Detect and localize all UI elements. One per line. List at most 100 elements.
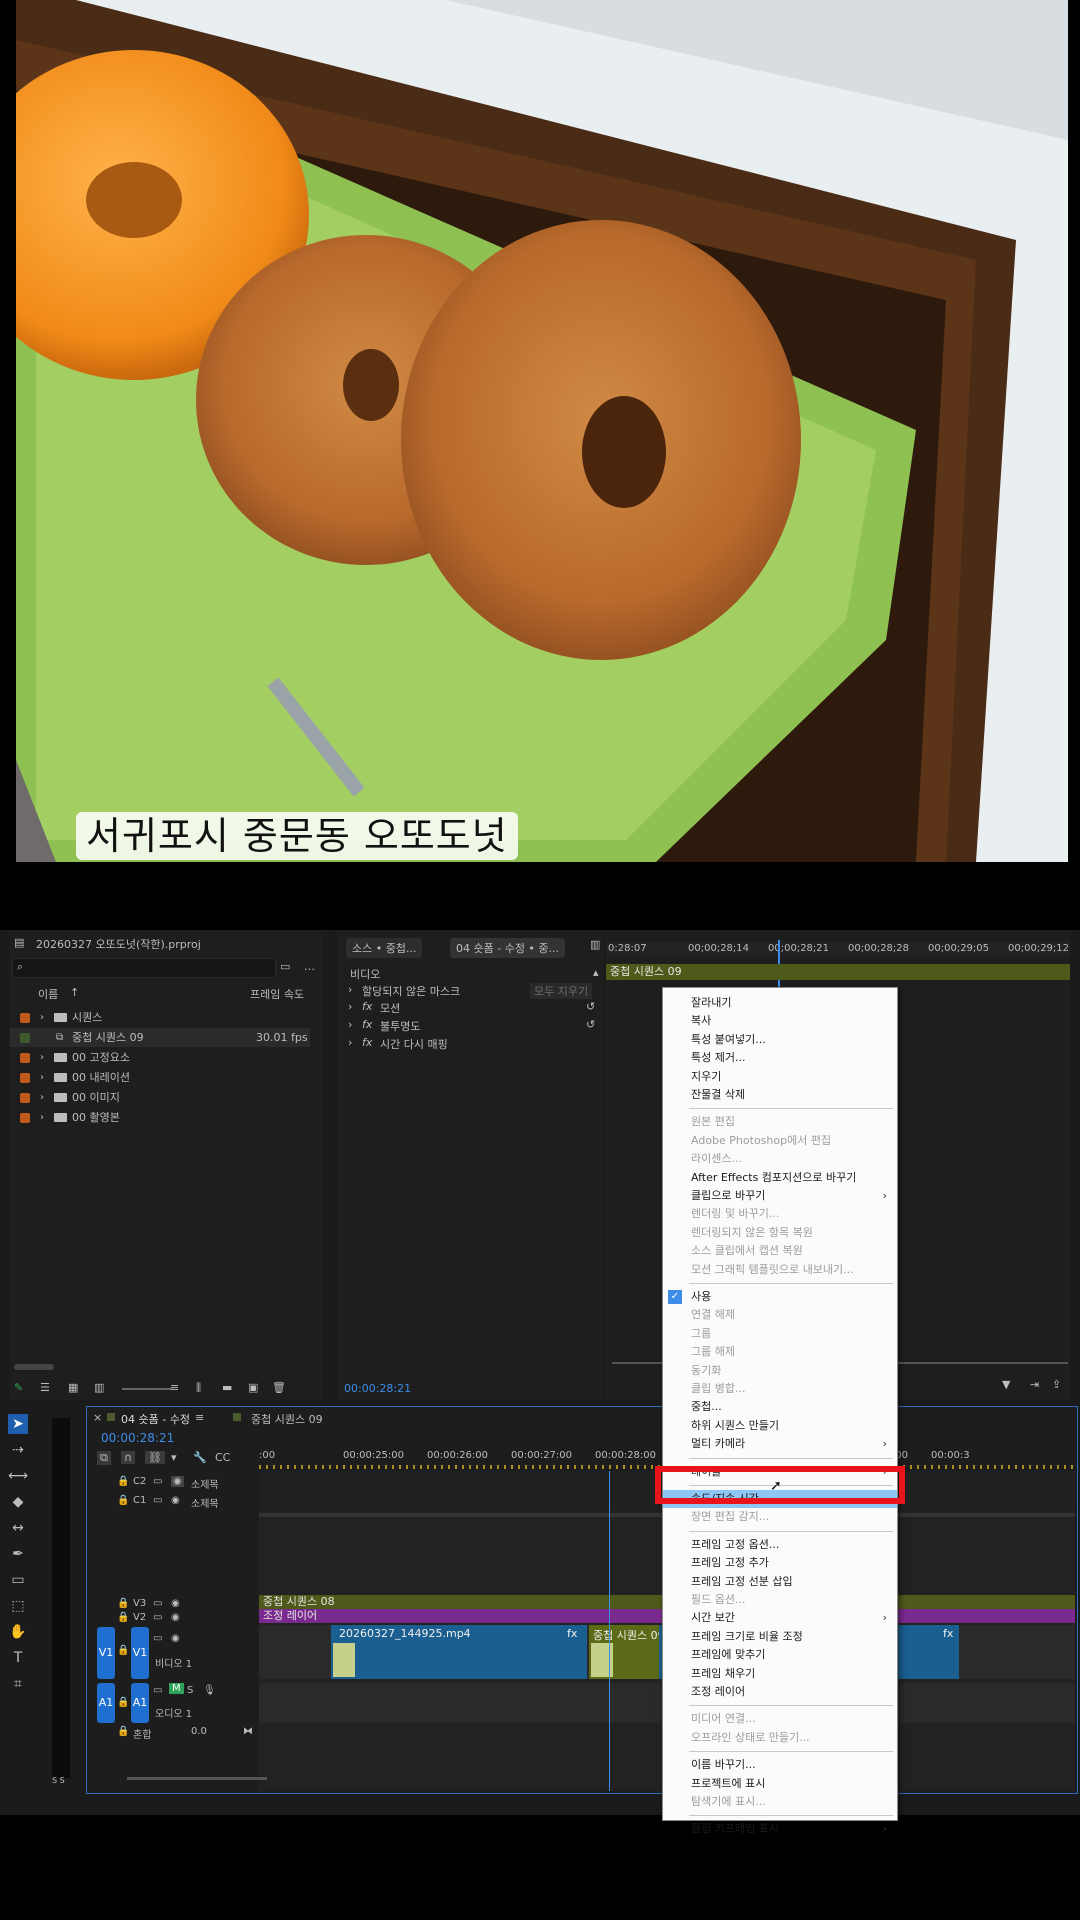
solo-button[interactable]: S bbox=[187, 1685, 193, 1696]
panel-menu-icon[interactable]: ▥ bbox=[590, 938, 600, 951]
track-c1[interactable]: C1 bbox=[133, 1495, 146, 1506]
clear-all-button[interactable]: 모두 지우기 bbox=[530, 983, 593, 999]
track-v3[interactable]: V3 bbox=[133, 1598, 146, 1609]
slip-tool-icon[interactable]: ↔ bbox=[8, 1518, 28, 1538]
pen-tool-icon[interactable]: ✒ bbox=[8, 1544, 28, 1564]
label-color-swatch[interactable] bbox=[20, 1073, 30, 1083]
expand-chevron-icon[interactable]: › bbox=[348, 1000, 352, 1013]
fx-icon[interactable]: fx bbox=[362, 1000, 372, 1013]
close-tab-icon[interactable]: × bbox=[93, 1411, 102, 1424]
fx-icon[interactable]: fx bbox=[362, 1018, 372, 1031]
expand-chevron-icon[interactable]: › bbox=[40, 1068, 44, 1087]
eye-icon[interactable]: ◉ bbox=[171, 1612, 180, 1623]
menu-item[interactable]: ✓ 사용 bbox=[663, 1288, 897, 1306]
menu-item[interactable]: 프레임 고정 선분 삽입 bbox=[663, 1573, 897, 1591]
expand-chevron-icon[interactable]: › bbox=[40, 1108, 44, 1127]
new-folder-icon[interactable]: ▬ bbox=[222, 1381, 232, 1394]
menu-item[interactable]: 클립으로 바꾸기 › bbox=[663, 1187, 897, 1205]
microphone-icon[interactable]: 🎙 bbox=[203, 1685, 216, 1696]
toggle-sync-icon[interactable]: ▭ bbox=[153, 1685, 162, 1696]
timeline-zoom-bar[interactable] bbox=[127, 1777, 267, 1780]
timeline-tab-other[interactable]: 중첩 시퀀스 09 bbox=[251, 1411, 323, 1427]
reset-icon[interactable]: ↺ bbox=[586, 1018, 595, 1031]
label-color-swatch[interactable] bbox=[20, 1093, 30, 1103]
more-icon[interactable]: … bbox=[304, 960, 315, 973]
effect-row[interactable]: › fx 시간 다시 매핑 bbox=[338, 1036, 604, 1054]
source-patch-a1[interactable]: A1 bbox=[97, 1683, 115, 1723]
menu-item[interactable]: 프레임 고정 옵션... bbox=[663, 1536, 897, 1554]
expand-chevron-icon[interactable]: › bbox=[40, 1008, 44, 1027]
freeform-view-icon[interactable]: ▥ bbox=[94, 1381, 104, 1394]
project-item-folder[interactable]: › 00 촬영본 bbox=[10, 1108, 310, 1127]
eye-off-icon[interactable]: ◉ bbox=[171, 1476, 184, 1487]
tab-effect-controls[interactable]: 04 숏폼 - 수정 • 중... bbox=[450, 938, 566, 958]
filter-icon[interactable]: ▼ bbox=[1002, 1378, 1010, 1391]
toggle-output-icon[interactable]: ▭ bbox=[153, 1495, 162, 1506]
menu-item[interactable]: 특성 붙여넣기... bbox=[663, 1031, 897, 1049]
menu-item[interactable]: 프레임 크기로 비율 조정 bbox=[663, 1628, 897, 1646]
transform-tool-icon[interactable]: ⬚ bbox=[8, 1596, 28, 1616]
lock-icon[interactable]: 🔒 bbox=[117, 1726, 129, 1737]
hand-tool-icon[interactable]: ✋ bbox=[8, 1622, 28, 1642]
list-view-icon[interactable]: ☰ bbox=[40, 1381, 50, 1394]
collapse-icon[interactable]: ▴ bbox=[593, 966, 599, 979]
eye-icon[interactable]: ◉ bbox=[171, 1495, 180, 1506]
nest-toggle-icon[interactable]: ⧉ bbox=[97, 1451, 111, 1465]
type-tool-icon[interactable]: T bbox=[8, 1648, 28, 1668]
menu-item[interactable]: 프레임 고정 추가 bbox=[663, 1554, 897, 1572]
eye-icon[interactable]: ◉ bbox=[171, 1633, 180, 1644]
add-marker-icon[interactable]: ▾ bbox=[171, 1451, 177, 1464]
clip-v1-nested[interactable]: 중첩 시퀀스 09 bbox=[589, 1625, 665, 1679]
project-item-folder[interactable]: › 00 고정요소 bbox=[10, 1048, 310, 1067]
lock-icon[interactable]: 🔒 bbox=[117, 1645, 129, 1656]
icon-view-icon[interactable]: ▦ bbox=[68, 1381, 78, 1394]
menu-item[interactable]: 잔물결 삭제 bbox=[663, 1086, 897, 1104]
expand-chevron-icon[interactable]: › bbox=[348, 1018, 352, 1031]
column-fps[interactable]: 프레임 속도 bbox=[250, 986, 304, 1002]
tab-menu-icon[interactable]: ≡ bbox=[195, 1411, 204, 1424]
project-item-sequence[interactable]: ⧉ 중첩 시퀀스 09 30.01 fps bbox=[10, 1028, 310, 1047]
mute-button[interactable]: M bbox=[169, 1683, 184, 1694]
eye-icon[interactable]: ◉ bbox=[171, 1598, 180, 1609]
toggle-output-icon[interactable]: ▭ bbox=[153, 1612, 162, 1623]
ripple-edit-tool-icon[interactable]: ⟷ bbox=[8, 1466, 28, 1486]
selection-tool-icon[interactable]: ➤ bbox=[8, 1414, 28, 1434]
pencil-icon[interactable]: ✎ bbox=[14, 1381, 23, 1394]
clip-v1-a[interactable]: 20260327_144925.mp4 fx bbox=[331, 1625, 587, 1679]
timeline-timecode[interactable]: 00:00:28:21 bbox=[101, 1431, 174, 1445]
column-name[interactable]: 이름 bbox=[38, 986, 58, 1002]
sort-icon[interactable]: ≡ bbox=[170, 1381, 179, 1394]
menu-item[interactable]: 특성 제거... bbox=[663, 1049, 897, 1067]
caption-tool-icon[interactable]: ⌗ bbox=[8, 1674, 28, 1694]
new-item-icon[interactable]: ▣ bbox=[248, 1381, 258, 1394]
rectangle-tool-icon[interactable]: ▭ bbox=[8, 1570, 28, 1590]
share-icon[interactable]: ⇪ bbox=[1052, 1378, 1061, 1391]
razor-tool-icon[interactable]: ◆ bbox=[8, 1492, 28, 1512]
menu-item[interactable]: 멀티 카메라 › bbox=[663, 1435, 897, 1453]
track-v2[interactable]: V2 bbox=[133, 1612, 146, 1623]
track-v1[interactable]: V1 bbox=[131, 1627, 149, 1679]
automate-icon[interactable]: ⫼ bbox=[196, 1381, 201, 1395]
track-select-tool-icon[interactable]: ⇢ bbox=[8, 1440, 28, 1460]
effect-row[interactable]: › fx 모션 ↺ bbox=[338, 1000, 604, 1018]
menu-item[interactable]: 프로젝트에 표시 bbox=[663, 1775, 897, 1793]
zoom-slider[interactable] bbox=[122, 1388, 172, 1390]
menu-item[interactable]: 조정 레이어 bbox=[663, 1683, 897, 1701]
project-item-folder[interactable]: › 00 이미지 bbox=[10, 1088, 310, 1107]
expand-chevron-icon[interactable]: › bbox=[40, 1088, 44, 1107]
source-patch-v1[interactable]: V1 bbox=[97, 1627, 115, 1679]
menu-item[interactable]: 이름 바꾸기... bbox=[663, 1756, 897, 1774]
label-color-swatch[interactable] bbox=[20, 1113, 30, 1123]
effect-timecode[interactable]: 00:00:28:21 bbox=[344, 1382, 411, 1395]
project-search-input[interactable]: ⌕ bbox=[12, 958, 276, 978]
toggle-output-icon[interactable]: ▭ bbox=[153, 1633, 162, 1644]
export-icon[interactable]: ⇥ bbox=[1030, 1378, 1039, 1391]
menu-item[interactable]: After Effects 컴포지션으로 바꾸기 bbox=[663, 1169, 897, 1187]
settings-wrench-icon[interactable]: 🔧 bbox=[193, 1451, 207, 1464]
expand-chevron-icon[interactable]: › bbox=[348, 1036, 352, 1049]
lock-icon[interactable]: 🔒 bbox=[117, 1598, 129, 1609]
snap-icon[interactable]: ∩ bbox=[121, 1451, 136, 1464]
timeline-playhead[interactable] bbox=[609, 1471, 610, 1791]
fx-icon[interactable]: fx bbox=[362, 1036, 372, 1049]
reset-icon[interactable]: ↺ bbox=[586, 1000, 595, 1013]
